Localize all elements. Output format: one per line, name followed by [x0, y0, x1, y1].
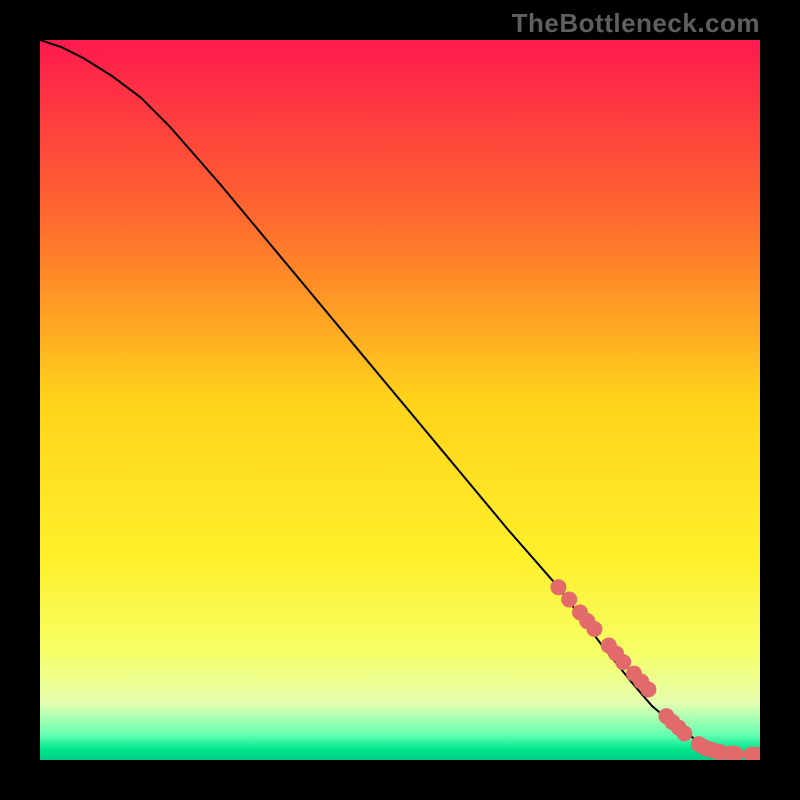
highlight-point	[550, 579, 566, 595]
chart-frame: TheBottleneck.com	[0, 0, 800, 800]
chart-plot	[40, 40, 760, 760]
highlight-point	[676, 725, 692, 741]
highlight-point	[586, 621, 602, 637]
watermark-label: TheBottleneck.com	[512, 8, 760, 39]
highlight-point	[561, 591, 577, 607]
highlight-point	[640, 681, 656, 697]
